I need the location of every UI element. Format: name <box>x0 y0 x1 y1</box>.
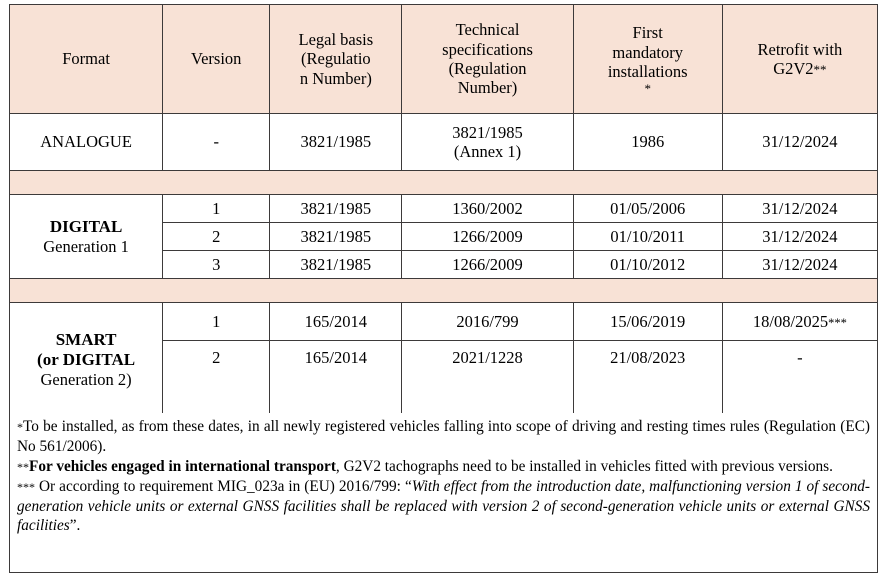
cell-tech-spec-analogue-line1: 3821/1985 <box>452 122 523 142</box>
cell-version-analogue: - <box>162 113 271 171</box>
table-row-smart-v1: SMART (or DIGITAL Generation 2) 1 165/20… <box>8 302 879 417</box>
legal-basis-line-2: (Regulatio <box>301 49 371 69</box>
cell-first-mandatory-smart-2: 21/08/2023 <box>572 340 723 417</box>
cell-retrofit-digital-1: 31/12/2024 <box>721 194 879 223</box>
retrofit-line-1: Retrofit with <box>757 39 843 59</box>
first-mandatory-line-3: installations <box>607 62 688 82</box>
cell-format-smart-line2: (or DIGITAL <box>37 349 136 369</box>
table-body: ANALOGUE - 3821/1985 3821/1985 (Annex 1)… <box>8 113 879 417</box>
footnote-3-marker: *** <box>17 479 35 494</box>
cell-legal-basis-smart-2: 165/2014 <box>269 340 403 417</box>
column-header-technical-specifications: Technical specifications (Regulation Num… <box>401 4 574 114</box>
column-header-legal-basis: Legal basis (Regulatio n Number) <box>269 4 403 114</box>
cell-legal-basis-digital-3: 3821/1985 <box>269 250 403 279</box>
cell-tech-spec-analogue-line2: (Annex 1) <box>453 142 522 161</box>
legal-basis-line-1: Legal basis <box>298 29 374 49</box>
cell-format-digital-subtitle: Generation 1 <box>43 236 129 256</box>
footnote-marker-double-star: ** <box>813 62 827 77</box>
footnote-2-bold-text: For vehicles engaged in international tr… <box>29 457 336 475</box>
cell-format-analogue: ANALOGUE <box>8 113 164 171</box>
cell-format-digital: DIGITAL Generation 1 <box>8 194 164 279</box>
table-spacer-row-1 <box>9 170 878 195</box>
column-header-version: Version <box>162 4 271 114</box>
cell-version-digital-2: 2 <box>162 222 271 251</box>
first-mandatory-line-1: First <box>632 23 663 43</box>
cell-tech-spec-smart-1: 2016/799 <box>401 302 574 341</box>
tachograph-table-wrapper: Format Version Legal basis (Regulatio n … <box>8 4 879 417</box>
footnote-2-marker: ** <box>17 459 29 474</box>
tech-spec-line-2: specifications <box>442 39 533 59</box>
column-header-format-label: Format <box>62 49 110 69</box>
cell-tech-spec-digital-1: 1360/2002 <box>401 194 574 223</box>
column-header-first-mandatory-installations: First mandatory installations * <box>572 4 723 114</box>
cell-format-smart-line3: Generation 2) <box>40 369 132 389</box>
table-page: Format Version Legal basis (Regulatio n … <box>0 0 887 579</box>
cell-tech-spec-analogue: 3821/1985 (Annex 1) <box>401 113 574 171</box>
cell-retrofit-smart-1-date: 18/08/2025 <box>752 311 829 331</box>
cell-version-digital-1: 1 <box>162 194 271 223</box>
cell-version-smart-1: 1 <box>162 302 271 341</box>
cell-first-mandatory-smart-1: 15/06/2019 <box>572 302 723 341</box>
spacer-cell-2 <box>9 278 878 303</box>
footnote-3-text-after: ”. <box>69 517 81 535</box>
cell-first-mandatory-digital-2: 01/10/2011 <box>572 222 723 251</box>
column-header-retrofit-g2v2: Retrofit with G2V2** <box>721 4 879 114</box>
cell-retrofit-digital-3: 31/12/2024 <box>721 250 879 279</box>
tech-spec-line-1: Technical <box>455 20 520 40</box>
column-header-format: Format <box>8 4 164 114</box>
cell-legal-basis-digital-1: 3821/1985 <box>269 194 403 223</box>
table-spacer-row-2 <box>9 278 878 303</box>
cell-version-smart-2: 2 <box>162 340 271 417</box>
footnotes-section: *To be installed, as from these dates, i… <box>9 413 878 573</box>
footnote-1-text: To be installed, as from these dates, in… <box>17 418 870 455</box>
cell-retrofit-analogue: 31/12/2024 <box>721 113 879 171</box>
tech-spec-line-4: Number) <box>457 78 518 98</box>
cell-first-mandatory-analogue: 1986 <box>572 113 723 171</box>
table-header: Format Version Legal basis (Regulatio n … <box>8 4 879 114</box>
cell-version-digital-3: 3 <box>162 250 271 279</box>
footnote-1: *To be installed, as from these dates, i… <box>17 417 870 457</box>
legal-basis-line-3: n Number) <box>299 68 372 88</box>
first-mandatory-line-2: mandatory <box>612 42 683 62</box>
cell-retrofit-digital-2: 31/12/2024 <box>721 222 879 251</box>
cell-tech-spec-digital-2: 1266/2009 <box>401 222 574 251</box>
cell-format-smart: SMART (or DIGITAL Generation 2) <box>8 302 164 417</box>
cell-legal-basis-analogue: 3821/1985 <box>269 113 403 171</box>
table-row-digital-v1: DIGITAL Generation 1 1 3821/1985 1360/20… <box>8 194 879 279</box>
cell-format-smart-line1: SMART <box>55 329 117 349</box>
cell-retrofit-smart-1: 18/08/2025*** <box>721 302 879 341</box>
retrofit-line-2: G2V2 <box>773 59 814 78</box>
cell-tech-spec-smart-2: 2021/1228 <box>401 340 574 417</box>
table-row-analogue: ANALOGUE - 3821/1985 3821/1985 (Annex 1)… <box>8 113 879 171</box>
tech-spec-line-3: (Regulation <box>448 59 527 78</box>
cell-legal-basis-digital-2: 3821/1985 <box>269 222 403 251</box>
footnote-3: *** Or according to requirement MIG_023a… <box>17 477 870 537</box>
footnote-2-text: , G2V2 tachographs need to be installed … <box>335 457 833 475</box>
cell-tech-spec-digital-3: 1266/2009 <box>401 250 574 279</box>
cell-format-digital-title: DIGITAL <box>49 216 123 236</box>
spacer-cell-1 <box>9 170 878 195</box>
cell-first-mandatory-digital-3: 01/10/2012 <box>572 250 723 279</box>
footnote-marker-triple-star: *** <box>828 315 847 330</box>
footnote-3-text-before: Or according to requirement MIG_023a in … <box>35 477 412 495</box>
footnote-marker-single-star: * <box>644 80 651 96</box>
table-header-row: Format Version Legal basis (Regulatio n … <box>8 4 879 114</box>
column-header-version-label: Version <box>191 49 242 69</box>
cell-legal-basis-smart-1: 165/2014 <box>269 302 403 341</box>
cell-first-mandatory-digital-1: 01/05/2006 <box>572 194 723 223</box>
cell-retrofit-smart-2: - <box>721 340 879 417</box>
tachograph-versions-table: Format Version Legal basis (Regulatio n … <box>8 4 879 417</box>
footnote-2: **For vehicles engaged in international … <box>17 457 870 477</box>
